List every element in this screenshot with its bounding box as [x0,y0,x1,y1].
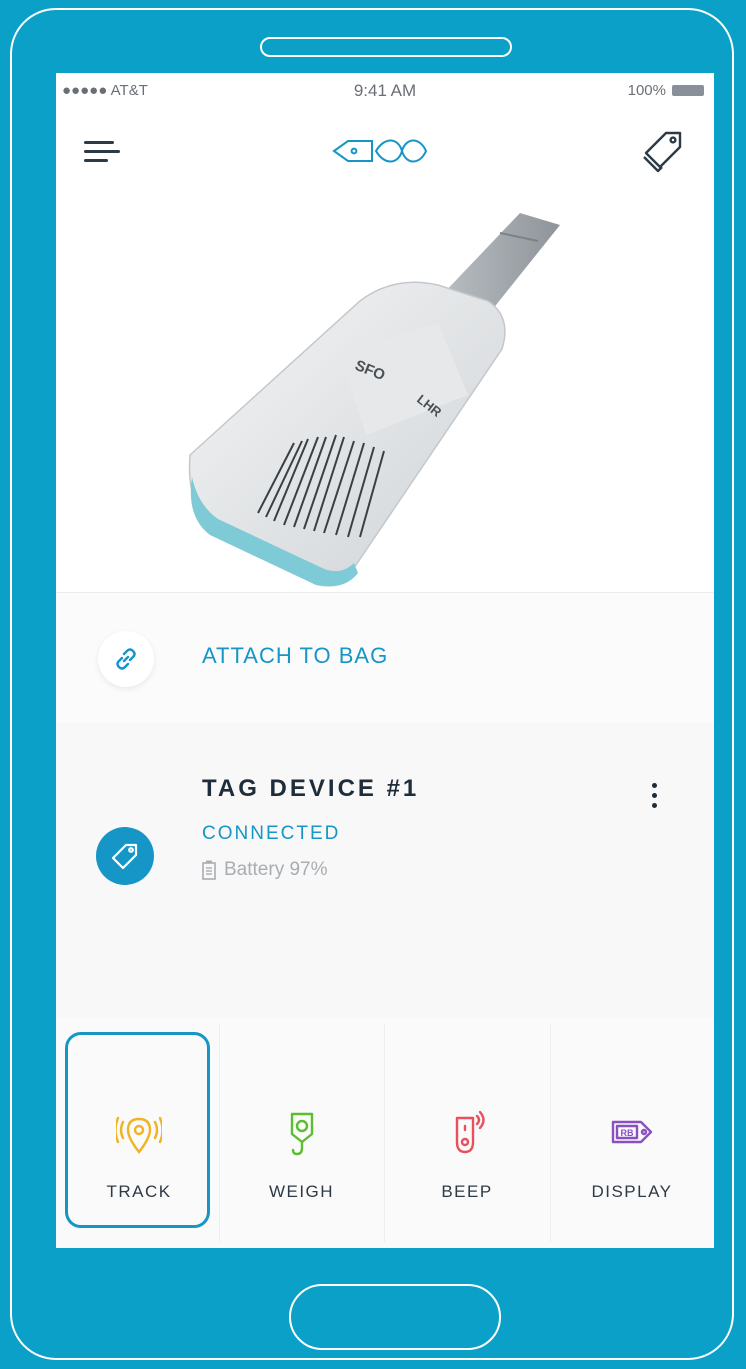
beep-label: BEEP [441,1182,493,1201]
weigh-button[interactable]: WEIGH [219,1018,384,1248]
app-screen: ●●●●● AT&T 9:41 AM 100% SFO LHR ATTACH T… [56,73,714,1248]
clock: 9:41 AM [353,81,417,100]
display-label: DISPLAY [591,1182,673,1201]
scale-hook-icon [290,1112,313,1156]
action-bar: TRACK WEIGH BEEP RB DISPLAY [56,1018,714,1248]
tag-infinity-logo [328,129,438,173]
tag-icon [96,827,154,885]
track-button[interactable]: TRACK [65,1018,213,1248]
home-button[interactable] [289,1284,501,1350]
battery-icon [672,85,704,96]
device-name: TAG DEVICE #1 [202,775,420,802]
location-pin-icon [116,1116,162,1154]
battery-status: 100% [628,82,704,99]
more-vertical-icon[interactable] [642,775,666,819]
menu-icon[interactable] [80,133,124,173]
display-button[interactable]: RB DISPLAY [550,1018,714,1248]
tag-product-image: SFO LHR [108,205,664,590]
status-bar: ●●●●● AT&T 9:41 AM 100% [56,73,714,107]
connection-status: CONNECTED [202,823,341,844]
track-label: TRACK [106,1182,172,1201]
battery-percent: 100% [627,82,666,99]
beep-button[interactable]: BEEP [384,1018,550,1248]
weigh-label: WEIGH [268,1182,335,1201]
battery-level-text: Battery 97% [224,859,328,880]
battery-small-icon [202,860,216,880]
attach-to-bag-button[interactable]: ATTACH TO BAG [56,593,714,723]
link-icon [98,631,154,687]
battery-level: Battery 97% [202,859,328,881]
display-tag-icon: RB [611,1120,653,1144]
device-card[interactable]: TAG DEVICE #1 CONNECTED Battery 97% [56,723,714,1018]
svg-text:RB: RB [621,1128,634,1138]
attach-to-bag-label: ATTACH TO BAG [202,643,389,668]
tags-icon[interactable] [636,127,688,179]
beep-tag-icon [455,1110,485,1154]
speaker-slot [260,37,512,57]
